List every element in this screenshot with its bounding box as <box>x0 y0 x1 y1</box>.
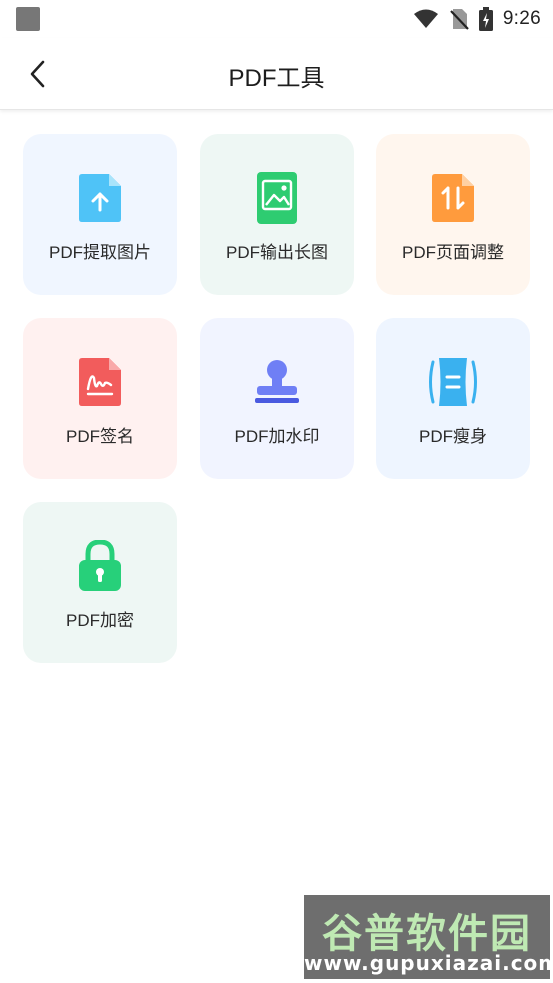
tool-card-watermark[interactable]: PDF加水印 <box>200 318 354 479</box>
tool-card-extract-images[interactable]: PDF提取图片 <box>23 134 177 295</box>
tool-label: PDF瘦身 <box>419 427 487 446</box>
tool-label: PDF签名 <box>66 427 134 446</box>
status-bar: 9:26 <box>0 0 553 38</box>
tool-card-page-adjust[interactable]: PDF页面调整 <box>376 134 530 295</box>
pdf-compress-icon <box>427 356 479 408</box>
site-watermark: 谷普软件园 www.gupuxiazai.com <box>304 895 553 979</box>
tool-label: PDF输出长图 <box>226 243 328 262</box>
no-sim-icon <box>450 9 469 30</box>
tool-label: PDF加水印 <box>234 427 320 446</box>
notification-square-icon <box>16 7 40 31</box>
pdf-extract-image-icon <box>74 172 126 224</box>
pdf-encrypt-lock-icon <box>74 540 126 592</box>
tool-label: PDF提取图片 <box>49 243 151 262</box>
tool-label: PDF加密 <box>66 611 134 630</box>
status-time: 9:26 <box>502 8 541 29</box>
tool-card-encrypt[interactable]: PDF加密 <box>23 502 177 663</box>
app-header: PDF工具 <box>0 38 553 110</box>
battery-charging-icon <box>478 7 493 31</box>
tool-card-signature[interactable]: PDF签名 <box>23 318 177 479</box>
tool-card-long-image[interactable]: PDF输出长图 <box>200 134 354 295</box>
status-icons: 9:26 <box>413 6 541 32</box>
pdf-watermark-stamp-icon <box>251 356 303 408</box>
tool-label: PDF页面调整 <box>402 243 504 262</box>
pdf-page-adjust-icon <box>427 172 479 224</box>
pdf-signature-icon <box>74 356 126 408</box>
tool-card-compress[interactable]: PDF瘦身 <box>376 318 530 479</box>
page-title: PDF工具 <box>228 65 325 92</box>
watermark-url: www.gupuxiazai.com <box>304 951 553 975</box>
wifi-icon <box>413 9 438 28</box>
pdf-long-image-icon <box>251 172 303 224</box>
